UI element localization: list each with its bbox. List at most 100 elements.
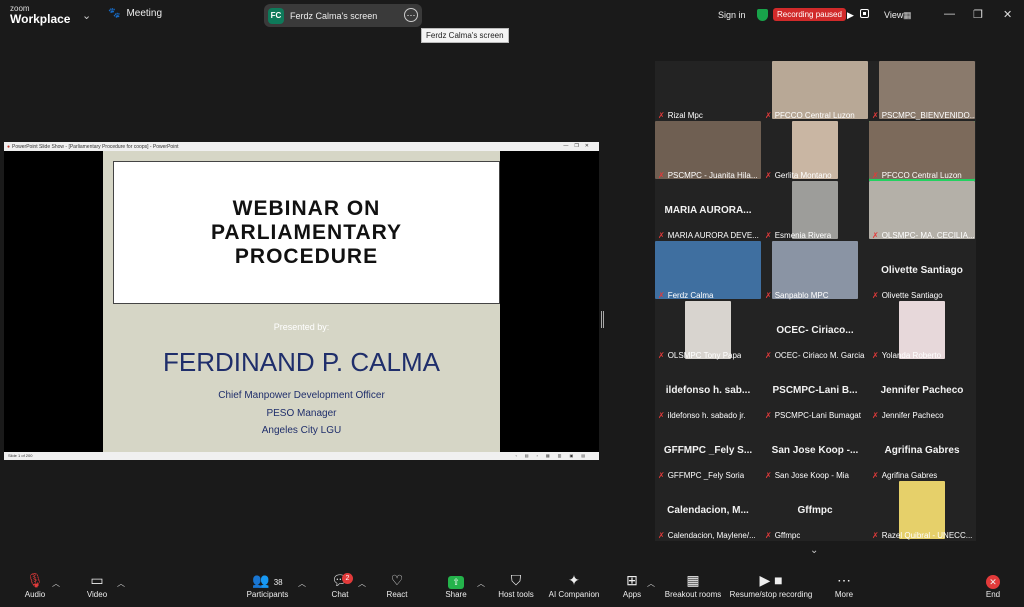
more-icon: ⋯ — [837, 572, 851, 588]
breakout-rooms-button[interactable]: ▦ Breakout rooms — [662, 570, 724, 600]
meeting-info-button[interactable]: 🐾 Meeting — [108, 8, 162, 19]
participant-display-name: GFFMPC _Fely S... — [663, 445, 753, 456]
zoom-logo: zoom Workplace — [10, 5, 70, 26]
close-icon[interactable]: ✕ — [1003, 8, 1012, 21]
participant-tile[interactable]: ✗ OLSMPC Tony Papa — [655, 301, 761, 361]
top-bar: zoom Workplace ⌄ 🐾 Meeting FC Ferdz Calm… — [0, 0, 1024, 43]
participant-display-name: MARIA AURORA... — [664, 205, 752, 216]
participant-label-text: Calendacion, Maylene/... — [667, 531, 756, 540]
participant-tile[interactable]: Jennifer Pacheco ✗ Jennifer Pacheco — [869, 361, 975, 421]
speaker-role: Angeles City LGU — [261, 425, 342, 436]
participant-tile[interactable]: ✗ Rizal Mpc — [655, 61, 761, 121]
share-tooltip: Ferdz Calma's screen — [421, 28, 509, 43]
chevron-down-icon[interactable]: ⌄ — [82, 9, 91, 22]
grid-icon[interactable]: ▦ — [903, 10, 912, 21]
slide-title-line: PROCEDURE — [234, 244, 379, 268]
video-button[interactable]: ▭ Video — [82, 570, 112, 600]
sharer-avatar: FC — [268, 7, 284, 24]
ai-companion-button[interactable]: ✦ AI Companion — [545, 570, 603, 600]
mic-muted-icon: ✗ — [658, 531, 665, 540]
slide-counter: Slide 1 of 200 — [8, 453, 33, 458]
mic-muted-icon: ✗ — [658, 351, 665, 360]
participants-count: 38 — [273, 578, 283, 587]
participants-button[interactable]: 👥 38 Participants — [240, 570, 295, 600]
participant-tile[interactable]: ✗ Esmenia Rivera — [762, 181, 868, 241]
meeting-label: Meeting — [126, 8, 163, 19]
react-button[interactable]: ♡ React — [382, 570, 412, 600]
stop-icon[interactable] — [860, 9, 869, 18]
participant-label-text: OCEC- Ciriaco M. Garcia — [774, 351, 865, 360]
participant-tile[interactable]: ildefonso h. sab... ✗ ildefonso h. sabado … — [655, 361, 761, 421]
play-icon[interactable]: ▶ — [847, 10, 854, 21]
participant-name-label: ✗ Ferdz Calma — [658, 291, 714, 300]
share-button[interactable]: ⇧ Share — [441, 570, 471, 600]
caret-up-icon[interactable]: ︿ — [52, 578, 60, 589]
end-button[interactable]: ✕ End — [978, 570, 1008, 600]
participant-name-label: ✗ Rizal Mpc — [658, 111, 703, 120]
record-button[interactable]: ▶ ■ Resume/stop recording — [727, 570, 815, 600]
minimize-icon[interactable]: — — [944, 8, 955, 20]
participant-tile[interactable]: ✗ OLSMPC- MA. CECILIA... — [869, 181, 975, 241]
participant-tile[interactable]: ✗ PSCMPC - Juanita Hila... — [655, 121, 761, 181]
chevron-down-icon[interactable]: ⌄ — [810, 545, 818, 556]
mic-muted-icon: ✗ — [765, 291, 772, 300]
participant-tile[interactable]: ✗ Razel Quibral - UNECC... — [869, 481, 975, 541]
more-options-icon[interactable]: ⋯ — [404, 8, 418, 22]
restore-icon[interactable]: ❐ — [973, 8, 983, 21]
share-indicator[interactable]: FC Ferdz Calma's screen ⋯ — [264, 4, 422, 27]
host-tools-button[interactable]: ⛉ Host tools — [495, 570, 537, 600]
caret-up-icon[interactable]: ︿ — [358, 578, 366, 589]
caret-up-icon[interactable]: ︿ — [477, 578, 485, 589]
camera-icon: ▭ — [90, 572, 104, 588]
mic-muted-icon: ✗ — [658, 171, 665, 180]
participant-gallery: ✗ Rizal Mpc ✗ PFCCO Central Luzon ✗ PSCMPC_BI… — [655, 61, 976, 541]
ppt-title-bar: ● PowerPoint Slide Show - [Parliamentary… — [4, 142, 599, 151]
participant-tile[interactable]: Gffmpc ✗ Gffmpc — [762, 481, 868, 541]
sparkle-icon: ✦ — [568, 572, 580, 588]
participant-tile[interactable]: ✗ PSCMPC_BIENVENIDO... — [869, 61, 975, 121]
caret-up-icon[interactable]: ︿ — [647, 578, 655, 589]
participant-label-text: Esmenia Rivera — [774, 231, 832, 240]
participant-tile[interactable]: ✗ PFCCO Central Luzon — [869, 121, 975, 181]
participant-tile[interactable]: Olivette Santiago ✗ Olivette Santiago — [869, 241, 975, 301]
ppt-nav-icons: ‹▤›▦▥▣▤ — [515, 453, 593, 458]
share-title: Ferdz Calma's screen — [290, 10, 378, 21]
participant-name-label: ✗ PSCMPC-Lani Bumagat — [765, 411, 861, 420]
resize-handle[interactable] — [601, 311, 604, 328]
caret-up-icon[interactable]: ︿ — [117, 578, 125, 589]
participant-tile[interactable]: PSCMPC-Lani B... ✗ PSCMPC-Lani Bumagat — [762, 361, 868, 421]
participant-tile[interactable]: GFFMPC _Fely S... ✗ GFFMPC _Fely Soria — [655, 421, 761, 481]
speaker-name: FERDINAND P. CALMA — [163, 347, 440, 377]
share-label: Share — [445, 590, 467, 599]
mic-muted-icon: ✗ — [658, 411, 665, 420]
recording-status-badge: Recording paused — [773, 8, 846, 21]
caret-up-icon[interactable]: ︿ — [298, 578, 306, 589]
participant-tile[interactable]: Calendacion, M... ✗ Calendacion, Maylene/.… — [655, 481, 761, 541]
participant-label-text: PSCMPC - Juanita Hila... — [667, 171, 758, 180]
mic-muted-icon: ✗ — [658, 231, 665, 240]
audio-label: Audio — [24, 590, 46, 599]
participant-tile[interactable]: MARIA AURORA... ✗ MARIA AURORA DEVE... — [655, 181, 761, 241]
participant-tile[interactable]: OCEC- Ciriaco... ✗ OCEC- Ciriaco M. Garcia — [762, 301, 868, 361]
participant-tile[interactable]: ✗ Yolanda Roberto — [869, 301, 975, 361]
participant-tile[interactable]: ✗ Ferdz Calma — [655, 241, 761, 301]
view-button[interactable]: View — [884, 10, 903, 20]
participant-label-text: GFFMPC _Fely Soria — [667, 471, 745, 480]
mic-muted-icon: ✗ — [872, 351, 879, 360]
shield-icon[interactable] — [757, 9, 768, 21]
mic-muted-icon: ✗ — [872, 111, 879, 120]
participant-label-text: PSCMPC-Lani Bumagat — [774, 411, 861, 420]
participant-tile[interactable]: ✗ Sanpablo MPC — [762, 241, 868, 301]
apps-button[interactable]: ⊞ Apps — [617, 570, 647, 600]
participant-label-text: Gerlita Montano — [774, 171, 832, 180]
participant-tile[interactable]: Agrifina Gabres ✗ Agrifina Gabres — [869, 421, 975, 481]
sign-in-link[interactable]: Sign in — [718, 10, 746, 20]
mic-muted-icon: ✗ — [765, 351, 772, 360]
more-button[interactable]: ⋯ More — [829, 570, 859, 600]
audio-button[interactable]: 🎙︎ Audio — [20, 570, 50, 600]
participant-tile[interactable]: ✗ Gerlita Montano — [762, 121, 868, 181]
participant-tile[interactable]: ✗ PFCCO Central Luzon — [762, 61, 868, 121]
participant-tile[interactable]: San Jose Koop -... ✗ San Jose Koop - Mia — [762, 421, 868, 481]
participant-name-label: ✗ OLSMPC- MA. CECILIA... — [872, 231, 975, 240]
mic-muted-icon: ✗ — [872, 471, 879, 480]
